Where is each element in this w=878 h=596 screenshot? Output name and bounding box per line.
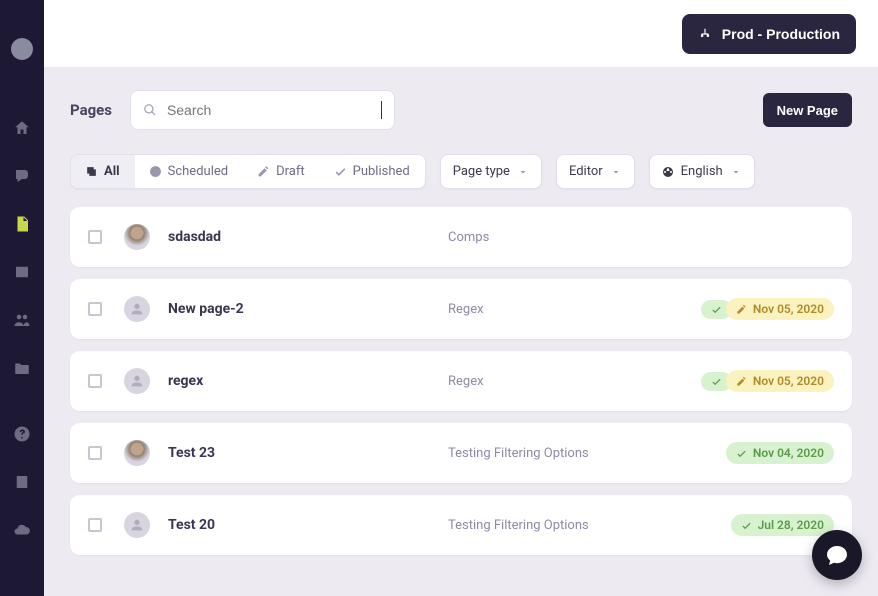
page-title: Pages — [70, 101, 112, 119]
user-avatar[interactable] — [11, 38, 33, 60]
page-name: Test 23 — [168, 445, 448, 461]
draft-date-badge: Nov 05, 2020 — [726, 298, 834, 320]
new-page-button[interactable]: New Page — [763, 93, 852, 127]
chat-icon — [825, 543, 849, 567]
tab-scheduled-label: Scheduled — [168, 164, 228, 179]
environment-selector[interactable]: Prod - Production — [682, 14, 856, 54]
editor-label: Editor — [569, 164, 603, 179]
environment-label: Prod - Production — [722, 26, 840, 42]
pencil-icon — [257, 165, 270, 178]
page-row[interactable]: regexRegex Nov 05, 2020 — [70, 351, 852, 411]
header-row: Pages New Page — [44, 68, 878, 144]
text-caret — [381, 101, 382, 119]
topbar: Prod - Production — [44, 0, 878, 68]
tab-all[interactable]: All — [71, 155, 135, 188]
home-icon[interactable] — [12, 118, 32, 138]
tab-draft[interactable]: Draft — [243, 155, 320, 188]
tab-scheduled[interactable]: Scheduled — [135, 155, 243, 188]
status-badges: Nov 04, 2020 — [726, 442, 834, 464]
status-tabs: All Scheduled Draft Published — [70, 154, 426, 189]
author-avatar — [124, 368, 150, 394]
cloud-icon[interactable] — [12, 520, 32, 540]
page-row[interactable]: Test 20Testing Filtering OptionsJul 28, … — [70, 495, 852, 555]
page-name: New page-2 — [168, 301, 448, 317]
globe-icon — [662, 166, 674, 178]
stack-icon — [85, 165, 98, 178]
author-avatar — [124, 296, 150, 322]
clock-icon — [149, 165, 162, 178]
page-type: Testing Filtering Options — [448, 518, 731, 533]
search-box[interactable] — [130, 90, 395, 130]
tab-all-label: All — [104, 164, 120, 179]
help-icon[interactable] — [12, 424, 32, 444]
check-icon — [334, 165, 347, 178]
media-icon[interactable] — [12, 262, 32, 282]
sidebar — [0, 0, 44, 596]
pages-icon[interactable] — [12, 214, 32, 234]
published-date-badge: Jul 28, 2020 — [731, 514, 834, 536]
page-type-filter[interactable]: Page type — [440, 154, 542, 189]
status-badges: Jul 28, 2020 — [731, 514, 834, 536]
row-checkbox[interactable] — [88, 302, 102, 316]
blog-icon[interactable] — [12, 166, 32, 186]
docs-icon[interactable] — [12, 472, 32, 492]
status-badges: Nov 05, 2020 — [701, 298, 834, 320]
row-checkbox[interactable] — [88, 374, 102, 388]
language-filter[interactable]: English — [649, 154, 755, 189]
folder-icon[interactable] — [12, 358, 32, 378]
page-row[interactable]: Test 23Testing Filtering OptionsNov 04, … — [70, 423, 852, 483]
author-avatar — [124, 224, 150, 250]
page-type-label: Page type — [453, 164, 510, 179]
chevron-down-icon — [730, 166, 742, 178]
search-input[interactable] — [167, 102, 375, 118]
page-type: Testing Filtering Options — [448, 446, 726, 461]
tab-published-label: Published — [353, 164, 410, 179]
author-avatar — [124, 440, 150, 466]
chevron-down-icon — [517, 166, 529, 178]
row-checkbox[interactable] — [88, 230, 102, 244]
users-icon[interactable] — [12, 310, 32, 330]
published-date-badge: Nov 04, 2020 — [726, 442, 834, 464]
chat-launcher[interactable] — [812, 530, 862, 580]
filter-row: All Scheduled Draft Published Page type — [44, 144, 878, 207]
author-avatar — [124, 512, 150, 538]
draft-date-badge: Nov 05, 2020 — [726, 370, 834, 392]
page-list: sdasdadCompsNew page-2RegexNov 05, 2020r… — [44, 207, 878, 585]
page-name: regex — [168, 373, 448, 389]
sitemap-icon — [698, 27, 712, 41]
row-checkbox[interactable] — [88, 446, 102, 460]
row-checkbox[interactable] — [88, 518, 102, 532]
status-badges: Nov 05, 2020 — [701, 370, 834, 392]
page-type: Regex — [448, 374, 701, 389]
page-row[interactable]: sdasdadComps — [70, 207, 852, 267]
page-type: Comps — [448, 230, 834, 245]
page-row[interactable]: New page-2Regex Nov 05, 2020 — [70, 279, 852, 339]
page-type: Regex — [448, 302, 701, 317]
tab-published[interactable]: Published — [320, 155, 425, 188]
chevron-down-icon — [610, 166, 622, 178]
editor-filter[interactable]: Editor — [556, 154, 635, 189]
tab-draft-label: Draft — [276, 164, 305, 179]
main-area: Prod - Production Pages New Page All Sch… — [44, 0, 878, 596]
page-name: Test 20 — [168, 517, 448, 533]
page-name: sdasdad — [168, 229, 448, 245]
language-label: English — [681, 164, 723, 179]
search-icon — [143, 102, 157, 118]
